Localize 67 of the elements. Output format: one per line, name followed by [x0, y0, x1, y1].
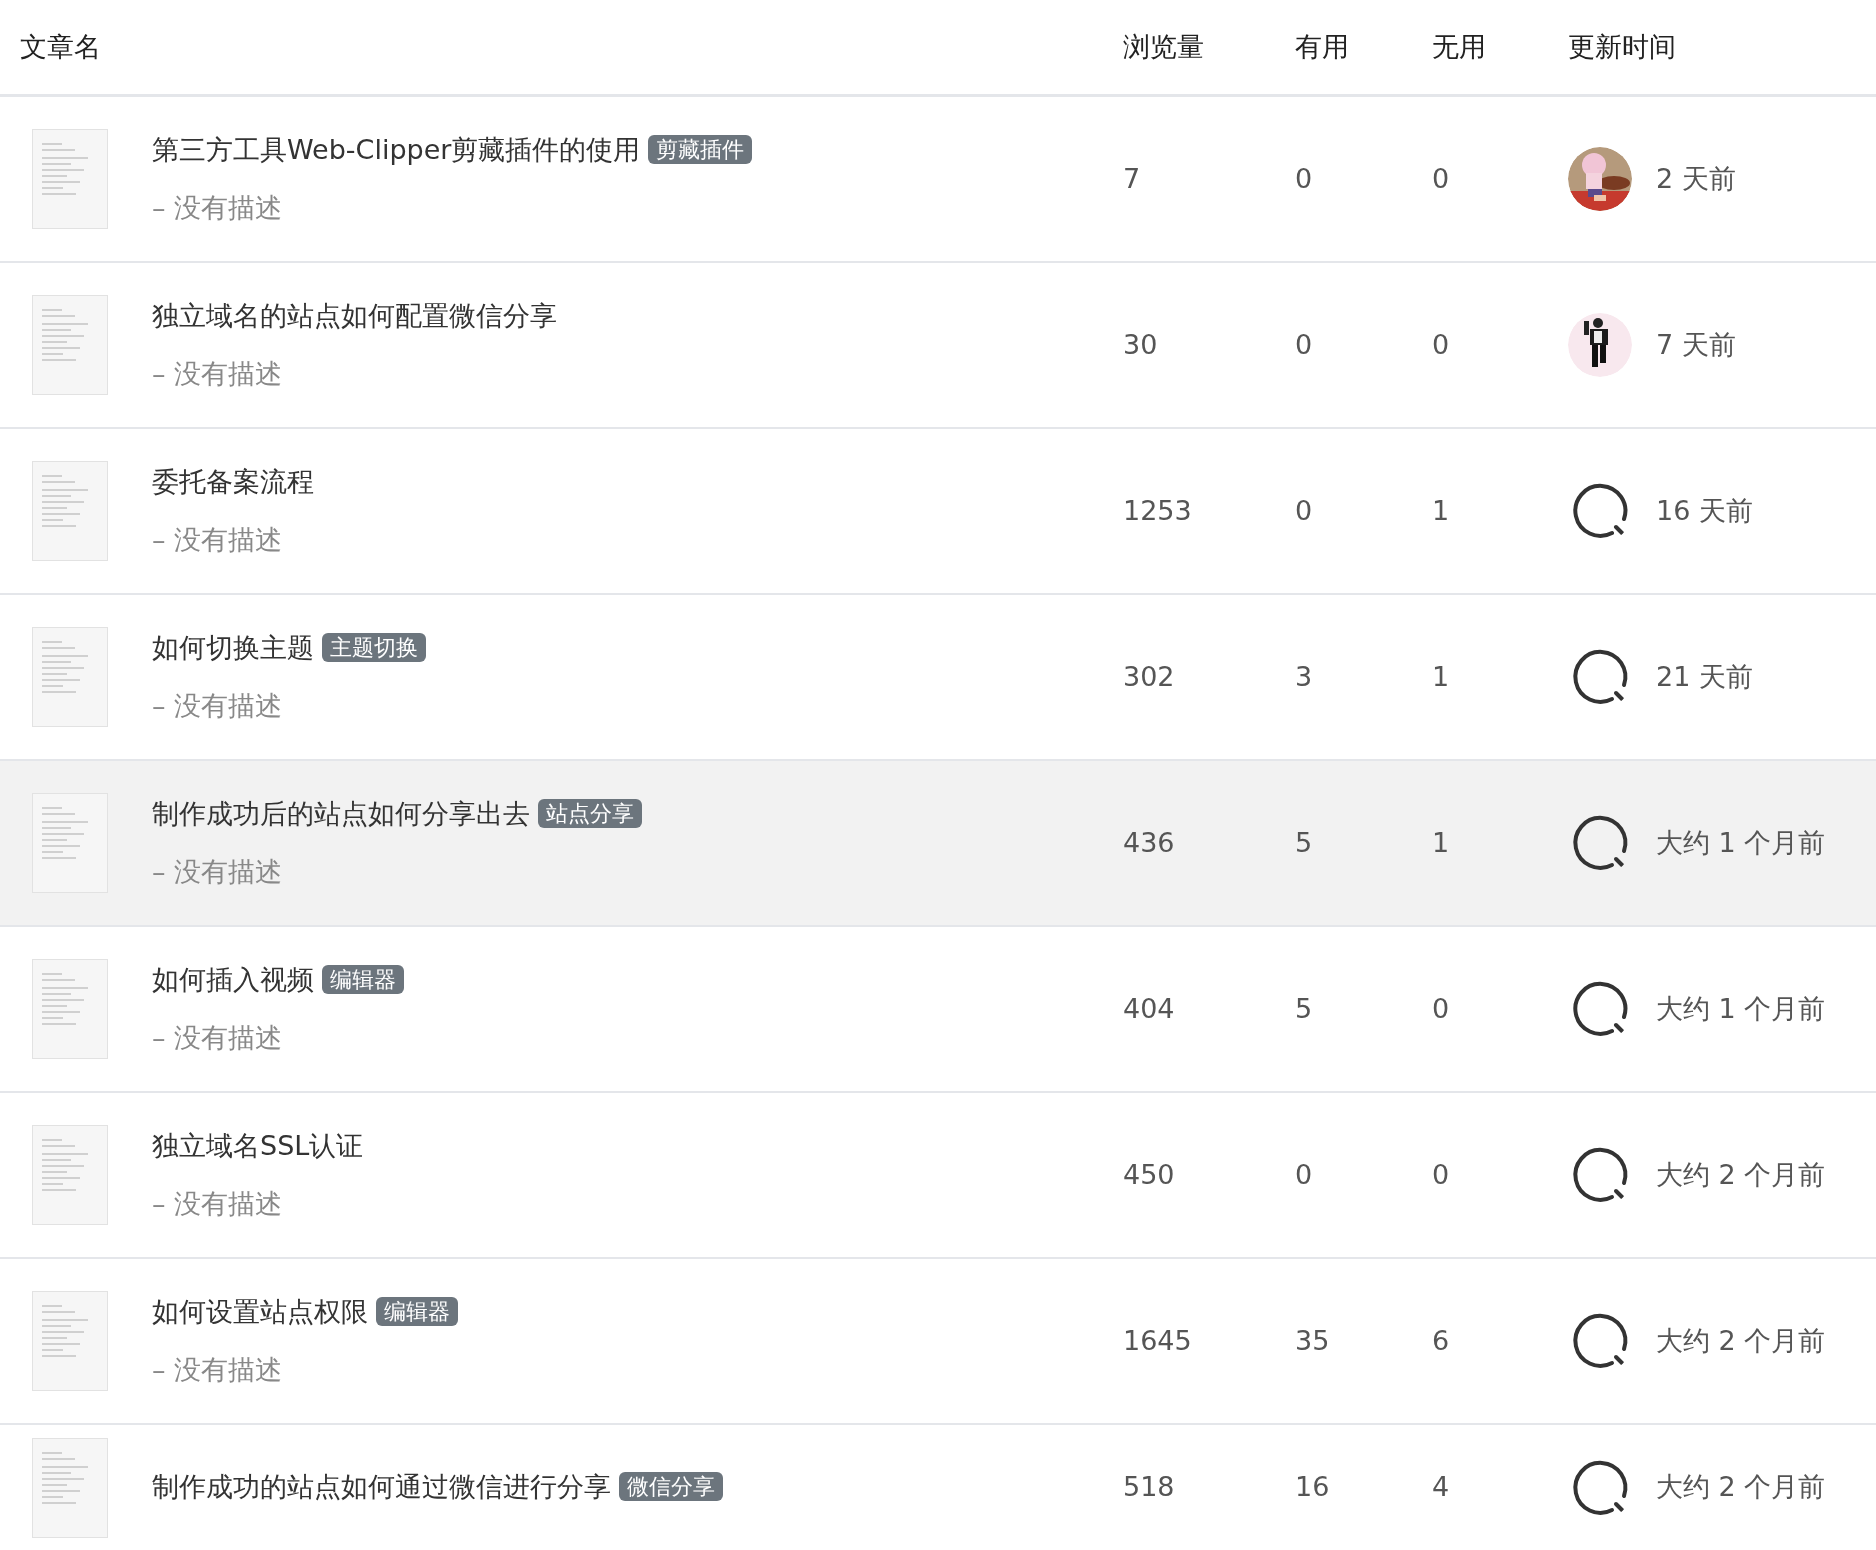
table-cell: 302	[1123, 660, 1175, 692]
tag-label: 微信分享	[619, 1472, 723, 1502]
article-title-link[interactable]: 制作成功的站点如何通过微信进行分享	[152, 1471, 611, 1503]
description-text: – 没有描述	[152, 1353, 284, 1387]
table-cell: 404	[1123, 992, 1175, 1024]
tag-label: 主题切换	[322, 632, 426, 662]
article-title-link[interactable]: 独立域名SSL认证	[152, 1129, 364, 1161]
table-cell: 5	[1295, 992, 1313, 1024]
description-text: – 没有描述	[152, 191, 284, 225]
table-cell: 1645	[1123, 1324, 1192, 1356]
update-time: 大约 2 个月前	[1656, 1323, 1826, 1358]
table-cell: 1	[1432, 660, 1450, 692]
table-cell: 0	[1295, 162, 1313, 194]
update-time: 大约 1 个月前	[1656, 991, 1826, 1026]
column-header[interactable]: 浏览量	[1123, 30, 1204, 62]
table-cell: 0	[1295, 1158, 1313, 1190]
update-time: 大约 2 个月前	[1656, 1470, 1826, 1505]
table-cell: 1	[1432, 494, 1450, 526]
table-cell: 6	[1432, 1324, 1450, 1356]
table-row[interactable]: 委托备案流程 – 没有描述 1253 0 1 16 天前	[0, 429, 1876, 595]
description-text: – 没有描述	[152, 357, 284, 391]
table-cell: 7	[1123, 162, 1141, 194]
table-cell: 35	[1295, 1324, 1330, 1356]
table-cell: 0	[1432, 992, 1450, 1024]
article-title-link[interactable]: 独立域名的站点如何配置微信分享	[152, 299, 557, 331]
table-cell: 3	[1295, 660, 1313, 692]
description-text: – 没有描述	[152, 523, 284, 557]
table-cell: 518	[1123, 1471, 1175, 1503]
tag-label: 编辑器	[376, 1296, 458, 1326]
update-time: 大约 2 个月前	[1656, 1157, 1826, 1192]
update-time: 大约 1 个月前	[1656, 825, 1826, 860]
update-time: 16 天前	[1656, 493, 1753, 528]
tag-label: 剪藏插件	[648, 134, 753, 164]
table-cell: 4	[1432, 1471, 1450, 1503]
table-cell: 0	[1295, 328, 1313, 360]
update-time: 21 天前	[1656, 659, 1753, 694]
description-text: – 没有描述	[152, 689, 284, 723]
table-cell: 1253	[1123, 494, 1192, 526]
table-cell: 0	[1432, 328, 1450, 360]
table-cell: 30	[1123, 328, 1158, 360]
description-text: – 没有描述	[152, 855, 284, 889]
column-header[interactable]: 文章名	[20, 30, 101, 62]
description-text: – 没有描述	[152, 1187, 284, 1221]
article-title-link[interactable]: 制作成功后的站点如何分享出去	[152, 797, 530, 829]
tag-label: 站点分享	[538, 798, 642, 828]
table-cell: 0	[1432, 162, 1450, 194]
column-header[interactable]: 无用	[1432, 30, 1486, 62]
table-row[interactable]: 独立域名SSL认证 – 没有描述 450 0 0 大约 2 个月前	[0, 1093, 1876, 1259]
table-cell: 1	[1432, 826, 1450, 858]
description-text: – 没有描述	[152, 1021, 284, 1055]
article-title-link[interactable]: 委托备案流程	[152, 465, 314, 497]
article-title-link[interactable]: 如何插入视频	[152, 963, 314, 995]
tag-label: 编辑器	[322, 964, 404, 994]
update-time: 7 天前	[1656, 327, 1736, 362]
update-time: 2 天前	[1656, 161, 1736, 196]
table-cell: 0	[1295, 494, 1313, 526]
table-cell: 5	[1295, 826, 1313, 858]
column-header[interactable]: 更新时间	[1568, 30, 1676, 62]
column-header[interactable]: 有用	[1295, 30, 1349, 62]
article-title-link[interactable]: 如何设置站点权限	[152, 1295, 368, 1327]
table-cell: 16	[1295, 1471, 1330, 1503]
article-title-link[interactable]: 第三方工具Web-Clipper剪藏插件的使用	[152, 133, 641, 165]
table-cell: 436	[1123, 826, 1175, 858]
article-title-link[interactable]: 如何切换主题	[152, 631, 314, 663]
table-cell: 450	[1123, 1158, 1175, 1190]
table-cell: 0	[1432, 1158, 1450, 1190]
table-row[interactable]: 独立域名的站点如何配置微信分享 – 没有描述 30 0 0 7 天前	[0, 263, 1876, 429]
